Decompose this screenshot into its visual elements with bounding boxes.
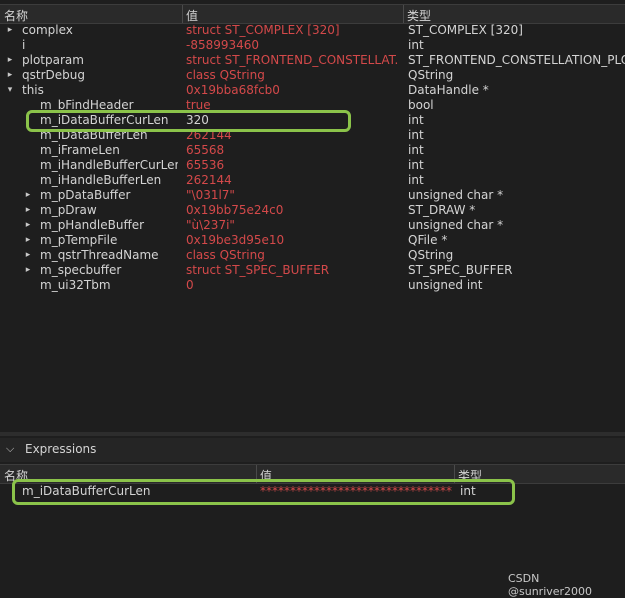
- row-name[interactable]: m_pHandleBuffer: [40, 218, 178, 233]
- locals-header: 名称 值 类型: [0, 4, 625, 24]
- row-type: int: [408, 38, 424, 52]
- row-value[interactable]: class QString: [186, 248, 398, 263]
- expand-right-icon[interactable]: ▸: [23, 218, 33, 233]
- locals-row[interactable]: ▸ plotparam struct ST_FRONTEND_CONSTELLAT.…: [0, 53, 625, 68]
- row-value[interactable]: 65568: [186, 143, 398, 158]
- row-value[interactable]: struct ST_SPEC_BUFFER: [186, 263, 398, 278]
- row-value[interactable]: 0: [186, 278, 398, 293]
- locals-row[interactable]: ▸ complex struct ST_COMPLEX [320] ST_COMPLE…: [0, 23, 625, 38]
- row-type: QFile *: [408, 233, 448, 247]
- expand-right-icon[interactable]: ▸: [23, 263, 33, 278]
- locals-row[interactable]: ▸ qstrDebug class QString QString: [0, 68, 625, 83]
- row-name[interactable]: this: [22, 83, 178, 98]
- expressions-title: Expressions: [25, 442, 97, 456]
- panel-splitter[interactable]: [0, 432, 625, 436]
- row-type: unsigned char *: [408, 188, 504, 202]
- row-type: int: [408, 143, 424, 157]
- row-type: unsigned int: [408, 278, 483, 292]
- locals-row[interactable]: m_ui32Tbm 0 unsigned int: [0, 278, 625, 293]
- expand-right-icon[interactable]: ▸: [5, 53, 15, 68]
- row-value[interactable]: 0x19bba68fcb0: [186, 83, 398, 98]
- row-type: ST_SPEC_BUFFER: [408, 263, 513, 277]
- row-type: QString: [408, 248, 454, 262]
- row-value[interactable]: 65536: [186, 158, 398, 173]
- row-type: int: [408, 128, 424, 142]
- row-name[interactable]: m_specbuffer: [40, 263, 178, 278]
- locals-row[interactable]: ▸ m_pTempFile 0x19be3d95e10 QFile *: [0, 233, 625, 248]
- row-value[interactable]: struct ST_FRONTEND_CONSTELLAT...: [186, 53, 398, 68]
- locals-row[interactable]: i -858993460 int: [0, 38, 625, 53]
- row-name[interactable]: m_qstrThreadName: [40, 248, 178, 263]
- locals-row[interactable]: m_iHandleBufferLen 262144 int: [0, 173, 625, 188]
- row-type: ST_FRONTEND_CONSTELLATION_PLO: [408, 53, 625, 67]
- row-type: QString: [408, 68, 454, 82]
- expand-right-icon[interactable]: ▸: [23, 248, 33, 263]
- expand-right-icon[interactable]: ▸: [5, 23, 15, 38]
- highlight-frame: [12, 479, 515, 505]
- row-name[interactable]: m_ui32Tbm: [40, 278, 178, 293]
- chevron-down-icon[interactable]: ⌵: [6, 442, 14, 456]
- row-name[interactable]: plotparam: [22, 53, 178, 68]
- locals-row[interactable]: ▸ m_pHandleBuffer "ù\237i" unsigned char *: [0, 218, 625, 233]
- row-name[interactable]: m_pTempFile: [40, 233, 178, 248]
- expand-right-icon[interactable]: ▸: [23, 188, 33, 203]
- locals-row[interactable]: ▸ m_specbuffer struct ST_SPEC_BUFFER ST_SPE…: [0, 263, 625, 278]
- expand-right-icon[interactable]: ▸: [23, 203, 33, 218]
- locals-row[interactable]: ▸ m_pDataBuffer "\031l7" unsigned char *: [0, 188, 625, 203]
- locals-row[interactable]: ▸ m_pDraw 0x19bb75e24c0 ST_DRAW *: [0, 203, 625, 218]
- locals-row[interactable]: ▾ this 0x19bba68fcb0 DataHandle *: [0, 83, 625, 98]
- row-value[interactable]: 0x19bb75e24c0: [186, 203, 398, 218]
- expand-right-icon[interactable]: ▸: [5, 68, 15, 83]
- row-value[interactable]: "ù\237i": [186, 218, 398, 233]
- row-name[interactable]: m_pDraw: [40, 203, 178, 218]
- locals-row[interactable]: m_iHandleBufferCurLen 65536 int: [0, 158, 625, 173]
- row-type: int: [408, 113, 424, 127]
- row-name[interactable]: i: [22, 38, 178, 53]
- locals-row[interactable]: m_iFrameLen 65568 int: [0, 143, 625, 158]
- row-value[interactable]: "\031l7": [186, 188, 398, 203]
- locals-header-value[interactable]: 值: [186, 7, 198, 24]
- row-name[interactable]: m_iHandleBufferCurLen: [40, 158, 178, 173]
- expand-right-icon[interactable]: ▸: [23, 233, 33, 248]
- locals-header-type[interactable]: 类型: [407, 7, 431, 24]
- expand-down-icon[interactable]: ▾: [5, 83, 15, 98]
- expressions-panel-header[interactable]: ⌵ Expressions: [0, 438, 625, 462]
- row-name[interactable]: m_pDataBuffer: [40, 188, 178, 203]
- row-name[interactable]: m_iHandleBufferLen: [40, 173, 178, 188]
- row-value[interactable]: struct ST_COMPLEX [320]: [186, 23, 398, 38]
- column-separator[interactable]: [182, 5, 183, 23]
- locals-header-name[interactable]: 名称: [4, 7, 28, 24]
- row-value[interactable]: class QString: [186, 68, 398, 83]
- row-name[interactable]: m_iFrameLen: [40, 143, 178, 158]
- row-type: int: [408, 158, 424, 172]
- row-type: ST_DRAW *: [408, 203, 476, 217]
- row-value[interactable]: 262144: [186, 173, 398, 188]
- row-type: DataHandle *: [408, 83, 489, 97]
- row-name[interactable]: qstrDebug: [22, 68, 178, 83]
- row-value[interactable]: -858993460: [186, 38, 398, 53]
- row-type: ST_COMPLEX [320]: [408, 23, 523, 37]
- highlight-frame: [26, 110, 351, 132]
- column-separator[interactable]: [403, 5, 404, 23]
- watermark: CSDN @sunriver2000: [508, 572, 593, 598]
- row-name[interactable]: complex: [22, 23, 178, 38]
- row-type: unsigned char *: [408, 218, 504, 232]
- row-value[interactable]: 0x19be3d95e10: [186, 233, 398, 248]
- row-type: int: [408, 173, 424, 187]
- locals-row[interactable]: ▸ m_qstrThreadName class QString QString: [0, 248, 625, 263]
- row-type: bool: [408, 98, 434, 112]
